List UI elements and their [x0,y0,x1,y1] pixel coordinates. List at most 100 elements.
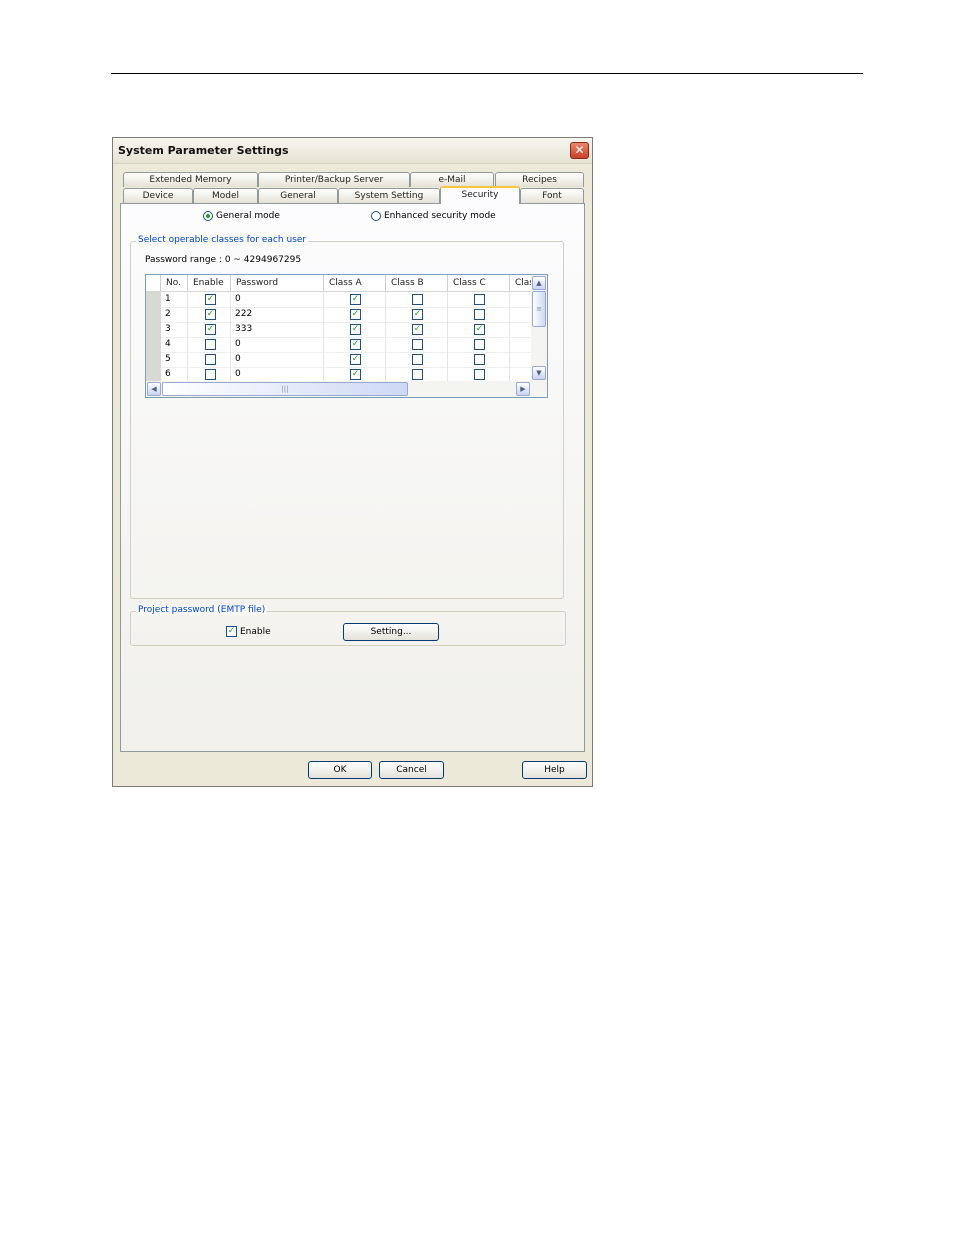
check-icon[interactable]: ✓ [474,324,485,335]
checkbox-empty[interactable] [474,339,485,350]
check-icon[interactable]: ✓ [350,309,361,320]
cell-password[interactable]: 222 [231,307,324,322]
tab-general[interactable]: General [258,188,338,203]
cancel-button[interactable]: Cancel [379,761,444,779]
cell-password[interactable]: 0 [231,337,324,352]
vertical-scroll-thumb[interactable]: ≡ [532,291,546,327]
general-mode-radio[interactable]: General mode [203,211,280,221]
check-icon[interactable]: ✓ [350,294,361,305]
cell-enable [188,367,231,382]
tab-device[interactable]: Device [123,188,193,203]
scroll-down-arrow-icon[interactable]: ▼ [532,366,546,380]
tab-label: Device [142,191,174,201]
checkbox-empty[interactable] [474,309,485,320]
cell-no: 4 [161,337,188,352]
checkbox-empty[interactable] [205,339,216,350]
cell-class-a: ✓ [324,292,386,307]
cell-password[interactable]: 0 [231,352,324,367]
scroll-right-arrow-icon[interactable]: ▶ [516,382,530,396]
header-class-c: Class C [448,275,510,291]
check-icon[interactable]: ✓ [350,369,361,380]
cell-class-c [448,337,510,352]
checkbox-empty[interactable] [474,354,485,365]
cell-class-c [448,352,510,367]
check-icon[interactable]: ✓ [412,324,423,335]
tab-label: Recipes [522,175,557,185]
tab-security[interactable]: Security [440,186,520,204]
password-range-text: Password range : 0 ~ 4294967295 [145,255,302,265]
cell-class-d [510,292,533,307]
table-row[interactable]: 3 ✓ 333 ✓ ✓ ✓ [146,322,531,338]
cell-class-d [510,367,533,382]
row-header-stub[interactable] [146,367,161,382]
table-row[interactable]: 1 ✓ 0 ✓ [146,292,531,308]
cell-password[interactable]: 333 [231,322,324,337]
header-no: No. [161,275,188,291]
tab-label: General [280,191,316,201]
check-icon[interactable]: ✓ [205,309,216,320]
help-button[interactable]: Help [522,761,587,779]
tab-label: Font [542,191,562,201]
enhanced-security-mode-radio[interactable]: Enhanced security mode [371,211,496,221]
cell-class-b [386,352,448,367]
project-password-group-label: Project password (EMTP file) [136,605,268,615]
check-icon[interactable]: ✓ [350,324,361,335]
cell-class-c [448,292,510,307]
tab-recipes[interactable]: Recipes [495,172,584,187]
table-row[interactable]: 4 0 ✓ [146,337,531,353]
checkbox-empty[interactable] [412,339,423,350]
tab-system-setting[interactable]: System Setting [338,188,440,203]
checkbox-empty[interactable] [205,369,216,380]
cell-password[interactable]: 0 [231,367,324,382]
cell-enable [188,352,231,367]
header-enable: Enable [188,275,231,291]
cell-class-b: ✓ [386,307,448,322]
close-icon: ✕ [574,143,585,157]
row-header-stub[interactable] [146,307,161,322]
checkbox-empty[interactable] [205,354,216,365]
cell-no: 1 [161,292,188,307]
vertical-scrollbar[interactable]: ▲ ≡ ▼ [531,275,547,381]
cell-class-a: ✓ [324,337,386,352]
row-header-stub[interactable] [146,292,161,307]
cell-password[interactable]: 0 [231,292,324,307]
check-icon[interactable]: ✓ [350,354,361,365]
system-parameter-settings-dialog: System Parameter Settings ✕ Extended Mem… [112,137,593,787]
tab-e-mail[interactable]: e-Mail [410,172,494,187]
scroll-up-arrow-icon[interactable]: ▲ [532,276,546,290]
cell-class-b [386,367,448,382]
checkbox-empty[interactable] [412,354,423,365]
checkbox-empty[interactable] [474,294,485,305]
ok-button[interactable]: OK [308,761,372,779]
project-password-enable-checkbox[interactable]: ✓ Enable [226,626,271,637]
check-icon[interactable]: ✓ [350,339,361,350]
checkbox-empty[interactable] [412,369,423,380]
row-header-stub[interactable] [146,322,161,337]
operable-classes-group-label: Select operable classes for each user [136,235,309,245]
checkbox-empty[interactable] [412,294,423,305]
row-header-stub[interactable] [146,337,161,352]
cell-class-d [510,352,533,367]
check-icon[interactable]: ✓ [412,309,423,320]
row-header-stub[interactable] [146,352,161,367]
check-icon[interactable]: ✓ [205,294,216,305]
radio-selected-icon [203,211,213,221]
checkbox-empty[interactable] [474,369,485,380]
tab-extended-memory[interactable]: Extended Memory [123,172,258,187]
check-icon[interactable]: ✓ [205,324,216,335]
table-row[interactable]: 2 ✓ 222 ✓ ✓ [146,307,531,323]
horizontal-scrollbar[interactable]: ◀ ||| ▶ [146,381,547,397]
horizontal-scroll-thumb[interactable]: ||| [162,382,408,396]
tab-model[interactable]: Model [193,188,258,203]
tab-label: Printer/Backup Server [284,175,384,185]
tab-printer-backup-server[interactable]: Printer/Backup Server [258,172,410,187]
tab-label: System Setting [354,191,424,201]
table-row[interactable]: 5 0 ✓ [146,352,531,368]
project-password-enable-label: Enable [240,626,271,637]
cell-no: 6 [161,367,188,382]
cell-class-d [510,307,533,322]
tab-font[interactable]: Font [520,188,584,203]
close-button[interactable]: ✕ [570,142,589,159]
scroll-left-arrow-icon[interactable]: ◀ [147,382,161,396]
setting-button[interactable]: Setting... [343,623,439,641]
